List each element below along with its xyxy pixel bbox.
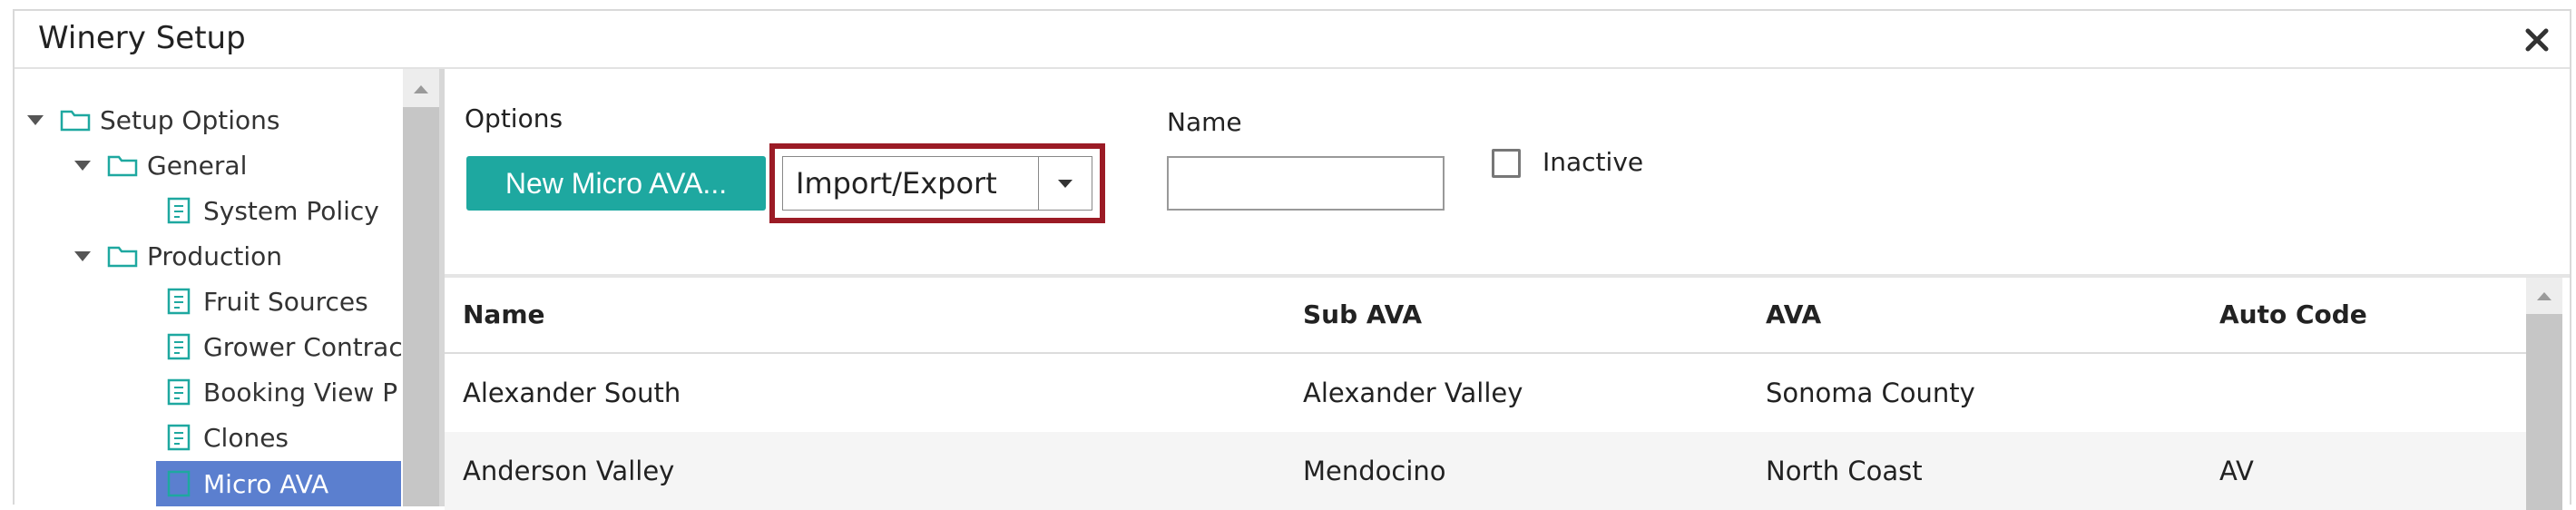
cell-sub-ava: Mendocino [1303,456,1446,486]
chevron-down-icon[interactable] [27,114,44,125]
document-icon [167,333,191,360]
import-export-label[interactable]: Import/Export [783,157,1039,210]
dialog-title: Winery Setup [38,20,246,56]
chevron-down-icon [1058,179,1073,188]
setup-tree: Setup Options General System Policy Prod… [15,69,441,506]
import-export-dropdown[interactable]: Import/Export [782,156,1092,211]
column-header-ava[interactable]: AVA [1766,299,1821,329]
tree-item-fruit-sources[interactable]: Fruit Sources [167,281,368,321]
main-panel: Options New Micro AVA... Import/Export N… [445,69,2570,510]
tree-item-clones[interactable]: Clones [167,417,289,457]
document-icon [167,470,191,497]
chevron-down-icon[interactable] [74,160,91,171]
options-label: Options [465,103,563,133]
cell-sub-ava: Alexander Valley [1303,378,1523,408]
tree-label: Production [147,240,282,271]
cell-ava: Sonoma County [1766,378,1975,408]
folder-icon [60,110,91,132]
table-row[interactable]: Anderson Valley Mendocino North Coast AV [445,432,2537,510]
folder-icon [107,155,138,177]
document-icon [167,288,191,315]
scroll-up-icon [414,85,428,93]
dropdown-toggle[interactable] [1039,157,1092,210]
tree-label: Clones [203,422,289,453]
tree-label: Fruit Sources [203,286,368,317]
column-header-auto-code[interactable]: Auto Code [2219,299,2367,329]
tree-item-micro-ava[interactable]: Micro AVA [156,461,401,506]
tree-label: Booking View P [203,377,398,407]
grid-header: Name Sub AVA AVA Auto Code [445,278,2537,354]
tree-item-grower-contracts[interactable]: Grower Contract [167,327,413,367]
cell-name: Alexander South [463,378,681,408]
name-label: Name [1167,107,1242,137]
folder-icon [107,246,138,268]
document-icon [167,378,191,406]
scroll-up-icon [2537,292,2552,300]
tree-item-system-policy[interactable]: System Policy [167,191,379,230]
tree-label: Setup Options [100,104,280,135]
column-header-name[interactable]: Name [463,299,545,329]
close-icon[interactable] [2521,24,2553,56]
chevron-down-icon[interactable] [74,250,91,261]
title-bar: Winery Setup [15,11,2570,69]
tree-label: Grower Contract [203,331,413,362]
inactive-label: Inactive [1543,147,1644,177]
tree-label: System Policy [203,195,379,226]
inactive-checkbox[interactable] [1492,149,1521,178]
tree-label: Micro AVA [203,468,329,499]
tree-label: General [147,150,248,181]
new-micro-ava-button[interactable]: New Micro AVA... [466,156,766,211]
cell-name: Anderson Valley [463,456,675,486]
column-header-sub-ava[interactable]: Sub AVA [1303,299,1422,329]
micro-ava-grid: Name Sub AVA AVA Auto Code Alexander Sou… [445,274,2570,510]
sidebar-scrollbar[interactable] [403,69,439,506]
cell-ava: North Coast [1766,456,1923,486]
tree-item-booking-view[interactable]: Booking View P [167,372,397,412]
table-row[interactable]: Alexander South Alexander Valley Sonoma … [445,354,2537,432]
tree-item-production[interactable]: Production [74,236,282,276]
tree-item-setup-options[interactable]: Setup Options [27,100,279,140]
document-icon [167,197,191,224]
cell-auto-code: AV [2219,456,2254,486]
name-filter-input[interactable] [1167,156,1445,211]
document-icon [167,424,191,451]
winery-setup-dialog: Winery Setup Setup Options General Syste… [13,9,2571,510]
tree-item-general[interactable]: General [74,145,247,185]
